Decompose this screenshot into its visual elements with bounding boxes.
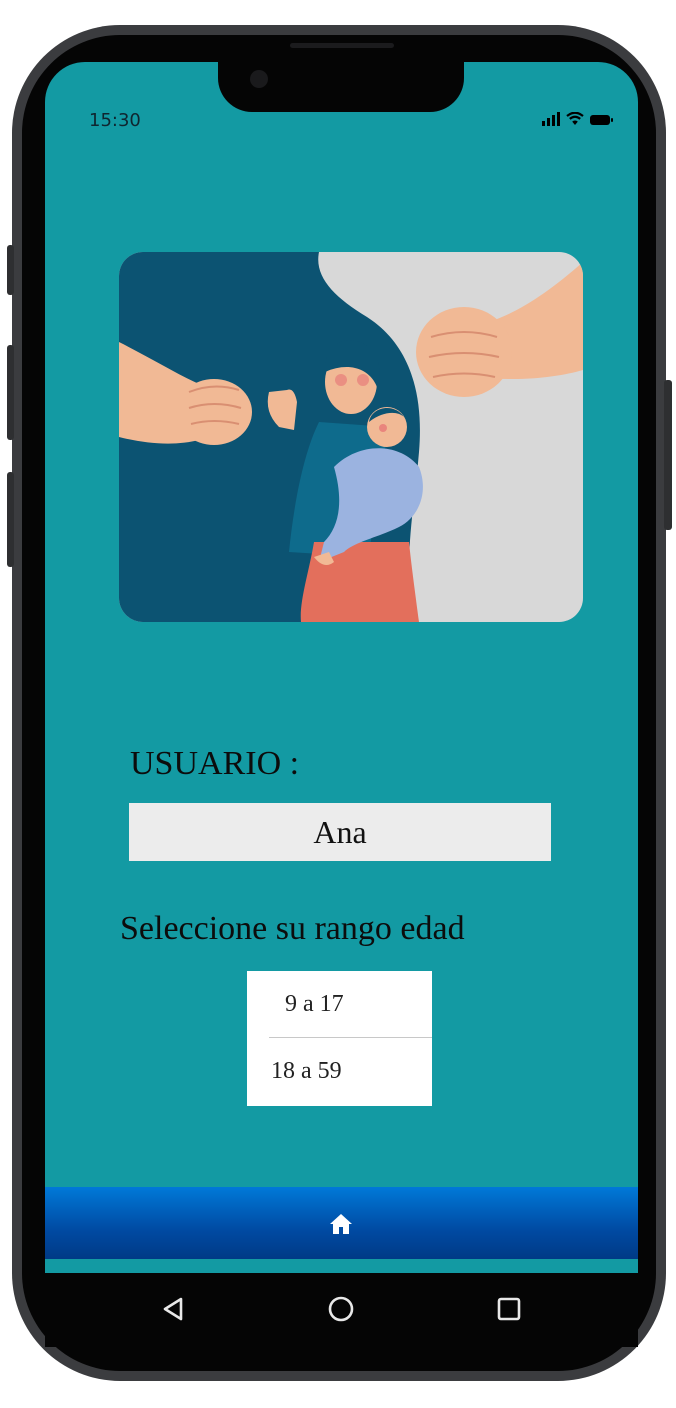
age-range-list: 9 a 17 18 a 59 <box>247 971 432 1106</box>
home-icon[interactable] <box>329 1213 353 1235</box>
system-navigation-bar <box>45 1273 638 1347</box>
user-label: USUARIO : <box>130 745 300 782</box>
status-time: 15:30 <box>89 110 141 131</box>
age-option-18-59[interactable]: 18 a 59 <box>271 1058 342 1085</box>
username-field[interactable] <box>129 803 551 861</box>
side-button-mute <box>7 245 14 295</box>
side-button-volume-down <box>7 472 14 567</box>
home-circle-icon[interactable] <box>325 1293 357 1325</box>
back-icon[interactable] <box>157 1293 189 1325</box>
age-option-9-17[interactable]: 9 a 17 <box>285 991 344 1018</box>
signal-icon <box>542 112 560 126</box>
front-camera <box>250 70 268 88</box>
side-button-volume-up <box>7 345 14 440</box>
battery-icon <box>590 115 613 125</box>
status-icons <box>542 112 614 126</box>
domestic-violence-illustration <box>119 252 583 622</box>
age-option-divider <box>269 1037 432 1038</box>
age-range-prompt: Seleccione su rango edad <box>120 910 465 947</box>
bottom-nav-bar <box>45 1187 638 1259</box>
wifi-icon <box>566 112 584 125</box>
app-screen: 15:30 USUARIO: Ana Seleccione su rango … <box>45 62 638 1347</box>
recents-icon[interactable] <box>493 1293 525 1325</box>
side-button-power <box>664 380 672 530</box>
earpiece-speaker <box>290 43 394 48</box>
